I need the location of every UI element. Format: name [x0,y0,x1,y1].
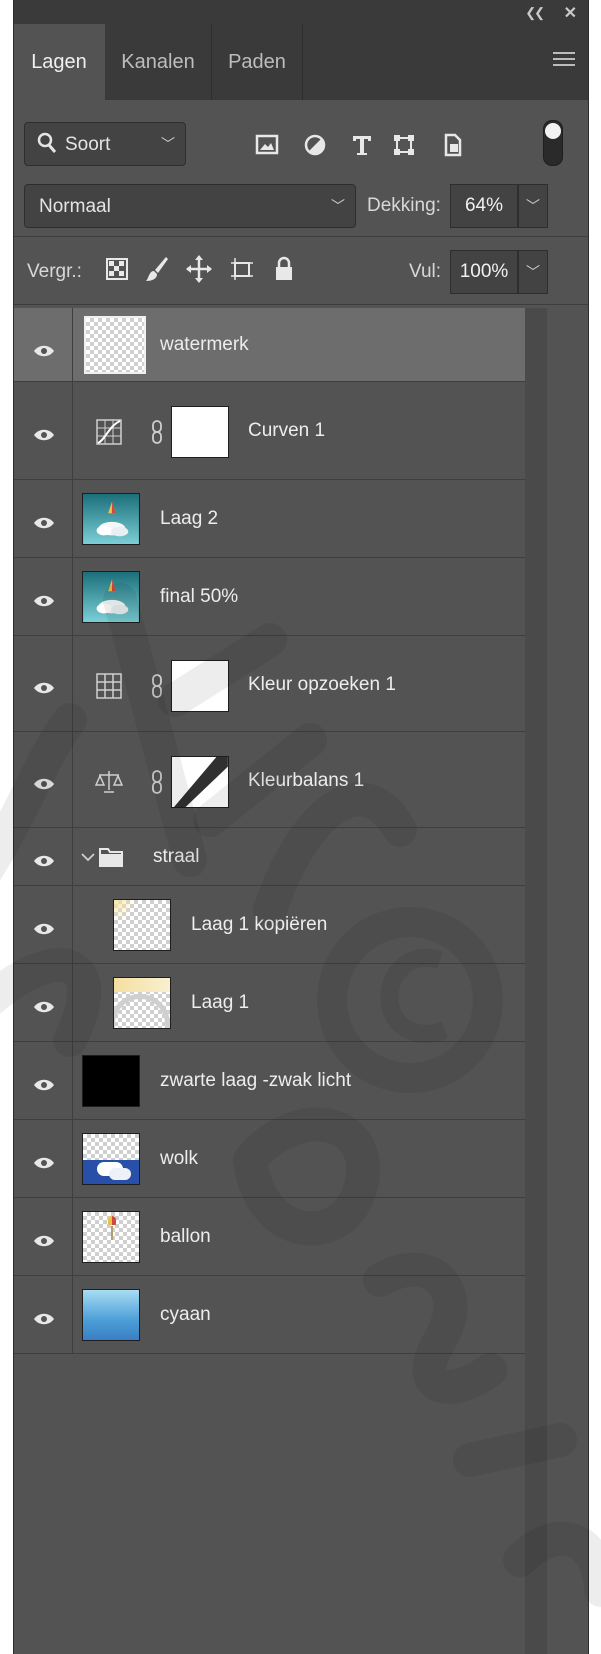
curves-icon[interactable] [95,418,123,446]
collapse-icon[interactable]: ❮❮ [525,5,545,21]
tab-lagen[interactable]: Lagen [13,24,105,100]
chevron-down-icon[interactable] [81,852,95,862]
layer-thumbnail [82,1289,140,1341]
divider [13,236,589,237]
opacity-label: Dekking: [367,195,441,216]
layer-mask-thumbnail[interactable] [171,406,229,458]
opacity-input[interactable]: 64% [450,184,518,228]
fill-dropdown[interactable]: ﹀ [518,250,548,294]
lock-transparent-pixels-icon[interactable] [104,254,130,284]
layer-row[interactable]: wolk [13,1120,525,1198]
eye-icon[interactable] [34,345,54,357]
layer-name: final 50% [160,586,239,607]
layer-thumbnail [84,316,146,374]
layer-row[interactable]: Kleurbalans 1 [13,732,525,828]
layer-group-row[interactable]: straal [13,828,525,886]
eye-icon[interactable] [34,1079,54,1091]
layer-name: watermerk [160,334,249,355]
eye-icon[interactable] [34,1313,54,1325]
layer-row[interactable]: cyaan [13,1276,525,1354]
layer-thumbnail [82,1133,140,1185]
eye-icon[interactable] [34,1235,54,1247]
layers-scrollbar[interactable] [525,308,547,1654]
fill-label: Vul: [409,261,442,282]
layer-name: Kleurbalans 1 [248,770,365,791]
layer-name: Curven 1 [248,420,326,441]
divider [13,304,589,305]
layer-name: ballon [160,1226,211,1247]
eye-icon[interactable] [34,855,54,867]
opacity-dropdown[interactable]: ﹀ [518,184,548,228]
panel-title-bar: ❮❮ ✕ [13,0,589,24]
eye-icon[interactable] [34,923,54,935]
filter-row: Soort ﹀ [13,112,589,172]
layer-row[interactable]: Laag 1 kopiëren [13,886,525,964]
tab-kanalen[interactable]: Kanalen [105,24,212,100]
layer-thumbnail [113,977,171,1029]
smart-object-filter-icon[interactable] [439,132,465,158]
layer-name: straal [153,846,200,867]
layer-name: zwarte laag -zwak licht [160,1070,352,1091]
eye-icon[interactable] [34,429,54,441]
layer-name: wolk [160,1148,199,1169]
eye-icon[interactable] [34,778,54,790]
adjustment-layer-filter-icon[interactable] [302,132,328,158]
lock-label: Vergr.: [27,261,82,282]
layer-thumbnail [113,899,171,951]
link-icon[interactable] [151,420,163,444]
layer-mask-thumbnail[interactable] [171,660,229,712]
type-layer-filter-icon[interactable] [349,132,375,158]
filter-kind-label: Soort [65,134,111,155]
layer-thumbnail [82,493,140,545]
layer-row[interactable]: Laag 2 [13,480,525,558]
lock-position-icon[interactable] [186,254,212,284]
layer-row[interactable]: watermerk [13,308,525,382]
eye-icon[interactable] [34,1001,54,1013]
tab-paden[interactable]: Paden [212,24,303,100]
lock-image-pixels-icon[interactable] [144,254,170,284]
shape-layer-filter-icon[interactable] [391,132,417,158]
layer-name: cyaan [160,1304,211,1325]
eye-icon[interactable] [34,682,54,694]
layer-row[interactable]: Curven 1 [13,382,525,480]
layer-row[interactable]: Kleur opzoeken 1 [13,636,525,732]
blend-row: Normaal ﹀ Dekking: 64% ﹀ [13,180,589,232]
folder-icon [99,848,123,867]
layer-name: Laag 1 kopiëren [191,914,328,935]
lock-artboard-icon[interactable] [229,254,255,284]
layer-name: Kleur opzoeken 1 [248,674,396,695]
blend-mode-select[interactable]: Normaal ﹀ [24,184,356,228]
filter-toggle[interactable] [543,120,563,166]
color-balance-icon[interactable] [95,768,123,796]
layer-thumbnail [82,571,140,623]
layer-name: Laag 2 [160,508,219,529]
layer-row[interactable]: final 50% [13,558,525,636]
link-icon[interactable] [151,674,163,698]
panel-tab-bar: Lagen Kanalen Paden [13,24,589,100]
layer-mask-thumbnail[interactable] [171,756,229,808]
layer-row[interactable]: Laag 1 [13,964,525,1042]
link-icon[interactable] [151,770,163,794]
eye-icon[interactable] [34,595,54,607]
blend-mode-value: Normaal [39,196,111,217]
layer-row[interactable]: ballon [13,1198,525,1276]
layer-row[interactable]: zwarte laag -zwak licht [13,1042,525,1120]
color-lookup-icon[interactable] [95,672,123,700]
filter-kind-select[interactable]: Soort ﹀ [24,122,186,166]
eye-icon[interactable] [34,517,54,529]
layers-panel: ❮❮ ✕ Lagen Kanalen Paden Soort ﹀ Normaal… [13,0,589,1654]
layer-thumbnail [82,1055,140,1107]
chevron-down-icon: ﹀ [161,136,175,152]
lock-row: Vergr.: Vul: 100% ﹀ [13,240,589,304]
fill-input[interactable]: 100% [450,250,518,294]
close-icon[interactable]: ✕ [564,3,577,23]
pixel-layer-filter-icon[interactable] [254,132,280,158]
lock-all-icon[interactable] [271,254,297,284]
chevron-down-icon: ﹀ [331,198,345,214]
panel-menu-icon[interactable] [553,52,575,70]
layer-name: Laag 1 [191,992,250,1013]
eye-icon[interactable] [34,1157,54,1169]
layer-thumbnail [82,1211,140,1263]
search-icon [37,132,57,153]
